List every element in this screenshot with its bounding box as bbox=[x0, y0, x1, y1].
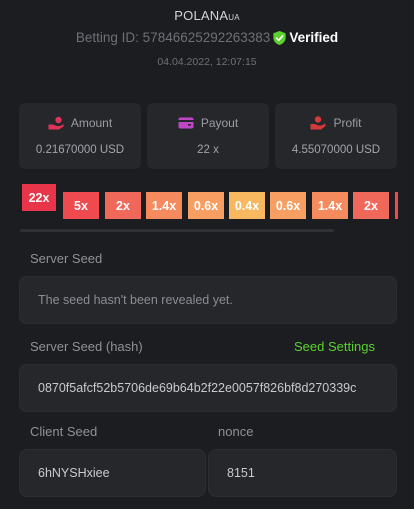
multiplier-box: 1.4x bbox=[146, 192, 182, 219]
amount-label: Amount bbox=[70, 116, 113, 130]
multiplier-strip-scrollbar[interactable] bbox=[20, 229, 334, 232]
amount-header: Amount bbox=[48, 116, 112, 130]
payout-label: Payout bbox=[200, 116, 239, 130]
betting-id-row: Betting ID: 57846625292263383 Verified bbox=[0, 30, 414, 45]
betting-id: Betting ID: 57846625292263383 bbox=[75, 30, 271, 45]
payout-header: Payout bbox=[178, 116, 238, 130]
multiplier-box: 0.6x bbox=[188, 192, 224, 219]
profit-card: Profit 4.55070000 USD bbox=[275, 103, 397, 169]
amount-value: 0.21670000 USD bbox=[35, 144, 125, 156]
payout-value: 22 x bbox=[197, 144, 219, 156]
server-seed-hash-field[interactable]: 0870f5afcf52b5706de69b64b2f22e0057f826bf… bbox=[19, 364, 397, 412]
server-seed-hash-label: Server Seed (hash) bbox=[30, 339, 143, 354]
server-seed-field: The seed hasn't been revealed yet. bbox=[19, 276, 397, 324]
nonce-label: nonce bbox=[218, 424, 254, 439]
payout-card: Payout 22 x bbox=[147, 103, 269, 169]
bet-timestamp: 04.04.2022, 12:07:15 bbox=[157, 56, 257, 68]
client-seed-label: Client Seed bbox=[30, 424, 98, 439]
multiplier-box: 5x bbox=[63, 192, 99, 219]
multiplier-strip: 22x 5x 2x 1.4x 0.6x 0.4x 0.6x 1.4x 2x bbox=[22, 184, 398, 220]
multiplier-box: 22x bbox=[22, 184, 56, 211]
nonce-field[interactable]: 8151 bbox=[208, 449, 397, 497]
profit-value: 4.55070000 USD bbox=[291, 144, 381, 156]
client-seed-field[interactable]: 6hNYSHxiee bbox=[19, 449, 206, 497]
multiplier-box: 2x bbox=[105, 192, 141, 219]
seed-settings-link[interactable]: Seed Settings bbox=[294, 339, 375, 354]
user-name-text: POLANA bbox=[174, 8, 229, 23]
stats-row: Amount 0.21670000 USD Payout 22 x Profit… bbox=[19, 103, 397, 169]
money-hand-icon bbox=[310, 116, 326, 130]
multiplier-box: 0.6x bbox=[270, 192, 306, 219]
verified-label: Verified bbox=[289, 30, 339, 45]
wallet-icon bbox=[178, 117, 194, 129]
amount-card: Amount 0.21670000 USD bbox=[19, 103, 141, 169]
verified-badge: Verified bbox=[273, 30, 338, 45]
multiplier-box: 1.4x bbox=[312, 192, 348, 219]
multiplier-box: 2x bbox=[353, 192, 389, 219]
profit-header: Profit bbox=[310, 116, 362, 130]
server-seed-label: Server Seed bbox=[30, 251, 103, 266]
user-name-suffix: UA bbox=[228, 13, 240, 22]
shield-check-icon bbox=[273, 30, 286, 45]
profit-label: Profit bbox=[333, 116, 362, 130]
coins-hand-icon bbox=[48, 116, 64, 130]
multiplier-box: 0.4x bbox=[229, 192, 265, 219]
multiplier-box-partial bbox=[395, 192, 398, 219]
user-name: POLANAUA bbox=[0, 8, 414, 23]
